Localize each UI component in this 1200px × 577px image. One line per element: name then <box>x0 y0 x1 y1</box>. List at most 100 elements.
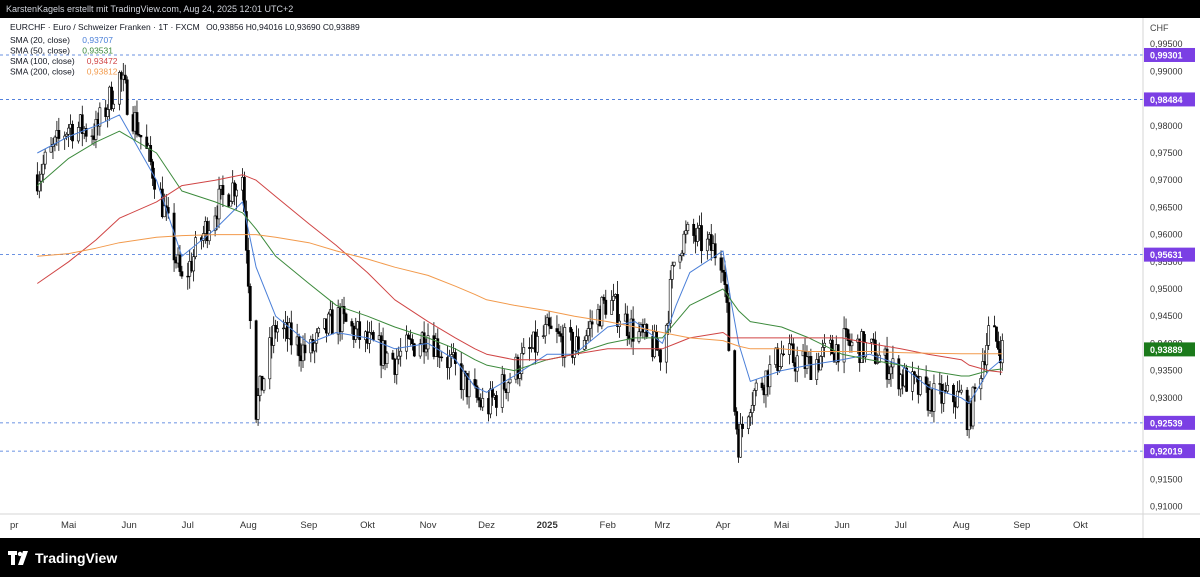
legend-indicator-value: 0,93531 <box>82 46 113 56</box>
legend-indicator-label[interactable]: SMA (50, close) <box>10 46 70 56</box>
candle-up <box>448 356 451 369</box>
candle-up <box>780 353 783 367</box>
candle-down <box>303 344 307 354</box>
candle-up <box>395 358 399 375</box>
time-tick-label: Jun <box>121 520 136 531</box>
candle-up <box>955 390 959 408</box>
candle-up <box>522 347 526 354</box>
price-tag-label: 0,92539 <box>1150 418 1183 428</box>
candle-down <box>836 344 840 363</box>
candle-up <box>971 386 975 427</box>
candle-down <box>57 130 61 139</box>
candle-up <box>985 345 989 366</box>
horizontal-levels <box>0 54 1143 452</box>
candle-down <box>905 367 908 392</box>
candle-down <box>391 352 395 360</box>
candle-down <box>473 379 477 387</box>
time-tick-label: 2025 <box>537 520 559 531</box>
candle-up <box>682 233 686 254</box>
price-tick-label: 0,99500 <box>1150 39 1183 49</box>
candle-down <box>410 339 414 345</box>
legend-indicator-label[interactable]: SMA (100, close) <box>10 56 75 66</box>
candle-up <box>76 127 80 142</box>
candle-down <box>692 223 696 236</box>
time-tick-label: Aug <box>953 520 970 531</box>
time-tick-label: pr <box>10 520 18 531</box>
tradingview-logo[interactable]: TradingView <box>8 550 117 566</box>
legend-symbol-line: EURCHF · Euro / Schweizer Franken · 1T ·… <box>10 22 360 32</box>
candle-down <box>721 269 725 273</box>
candle-up <box>508 378 512 384</box>
legend-ohlc: O0,93856 H0,94016 L0,93690 C0,93889 <box>206 22 360 32</box>
candle-down <box>760 382 764 388</box>
candle-up <box>112 103 115 110</box>
candle-up <box>586 328 590 337</box>
footer-bar: TradingView <box>0 538 1200 577</box>
candle-down <box>440 356 444 359</box>
candle-up <box>536 336 539 353</box>
candle-down <box>139 135 143 138</box>
candle-down <box>791 343 795 363</box>
price-tick-label: 0,97500 <box>1150 148 1183 158</box>
candle-up <box>424 348 428 353</box>
candle-down <box>135 112 139 135</box>
candle-up <box>276 328 280 333</box>
candle-down <box>995 326 998 342</box>
legend-indicator-label[interactable]: SMA (200, close) <box>10 67 75 77</box>
candle-down <box>151 161 154 179</box>
price-chart[interactable]: CHF 0,995000,990000,985000,980000,975000… <box>0 18 1200 538</box>
candle-up <box>612 295 615 301</box>
candle-up <box>842 328 846 363</box>
chart-legend: EURCHF · Euro / Schweizer Franken · 1T ·… <box>10 22 360 77</box>
candle-up <box>543 324 547 337</box>
candle-down <box>733 350 737 412</box>
candle-up <box>686 223 690 231</box>
candle-down <box>407 334 410 339</box>
time-tick-label: Apr <box>716 520 731 531</box>
legend-indicator-label[interactable]: SMA (20, close) <box>10 35 70 45</box>
candle-up <box>678 255 682 263</box>
candle-up <box>748 412 752 418</box>
candle-down <box>153 178 156 190</box>
price-tag-label: 0,99301 <box>1150 50 1183 60</box>
candle-up <box>987 325 991 346</box>
candle-up <box>461 370 465 391</box>
candle-up <box>584 335 588 341</box>
candle-up <box>313 342 317 352</box>
candle-down <box>590 321 594 325</box>
candle-down <box>547 317 551 327</box>
candle-up <box>397 355 401 360</box>
candle-up <box>778 366 782 371</box>
candle-up <box>194 237 197 258</box>
time-axis[interactable]: pr Mai Jun Jul Aug Sep Okt Nov Dez 2025 Feb Mrz Apr M… <box>0 513 1200 531</box>
candle-down <box>655 331 658 351</box>
time-tick-label: Jul <box>895 520 907 531</box>
candle-down <box>123 74 127 81</box>
candle-up <box>932 383 936 412</box>
candle-up <box>518 373 522 379</box>
time-tick-label: Dez <box>478 520 495 531</box>
candle-down <box>577 336 580 350</box>
candle-down <box>477 397 481 401</box>
time-tick-label: Okt <box>1073 520 1088 531</box>
candle-up <box>67 127 71 135</box>
legend-indicator-value: 0,93707 <box>82 35 113 45</box>
legend-symbol: EURCHF · Euro / Schweizer Franken · 1T ·… <box>10 22 200 32</box>
tradingview-brand: TradingView <box>35 549 118 566</box>
time-tick-label: Jun <box>834 520 849 531</box>
candle-down <box>494 395 498 408</box>
time-tick-label: Mrz <box>655 520 671 531</box>
candle-up <box>946 384 950 392</box>
candle-up <box>670 265 674 280</box>
candles <box>35 63 1004 463</box>
candle-up <box>106 109 110 117</box>
price-tick-label: 0,96000 <box>1150 230 1183 240</box>
price-tick-label: 0,98000 <box>1150 121 1183 131</box>
chart-area[interactable]: CHF 0,995000,990000,985000,980000,975000… <box>0 18 1200 538</box>
snapshot-caption: KarstenKagels erstellt mit TradingView.c… <box>0 0 1200 18</box>
tradingview-logo-icon <box>8 550 28 565</box>
candle-down <box>559 333 563 337</box>
candle-up <box>750 404 754 413</box>
candle-down <box>221 185 225 196</box>
price-axis[interactable]: CHF 0,995000,990000,985000,980000,975000… <box>1142 18 1195 538</box>
